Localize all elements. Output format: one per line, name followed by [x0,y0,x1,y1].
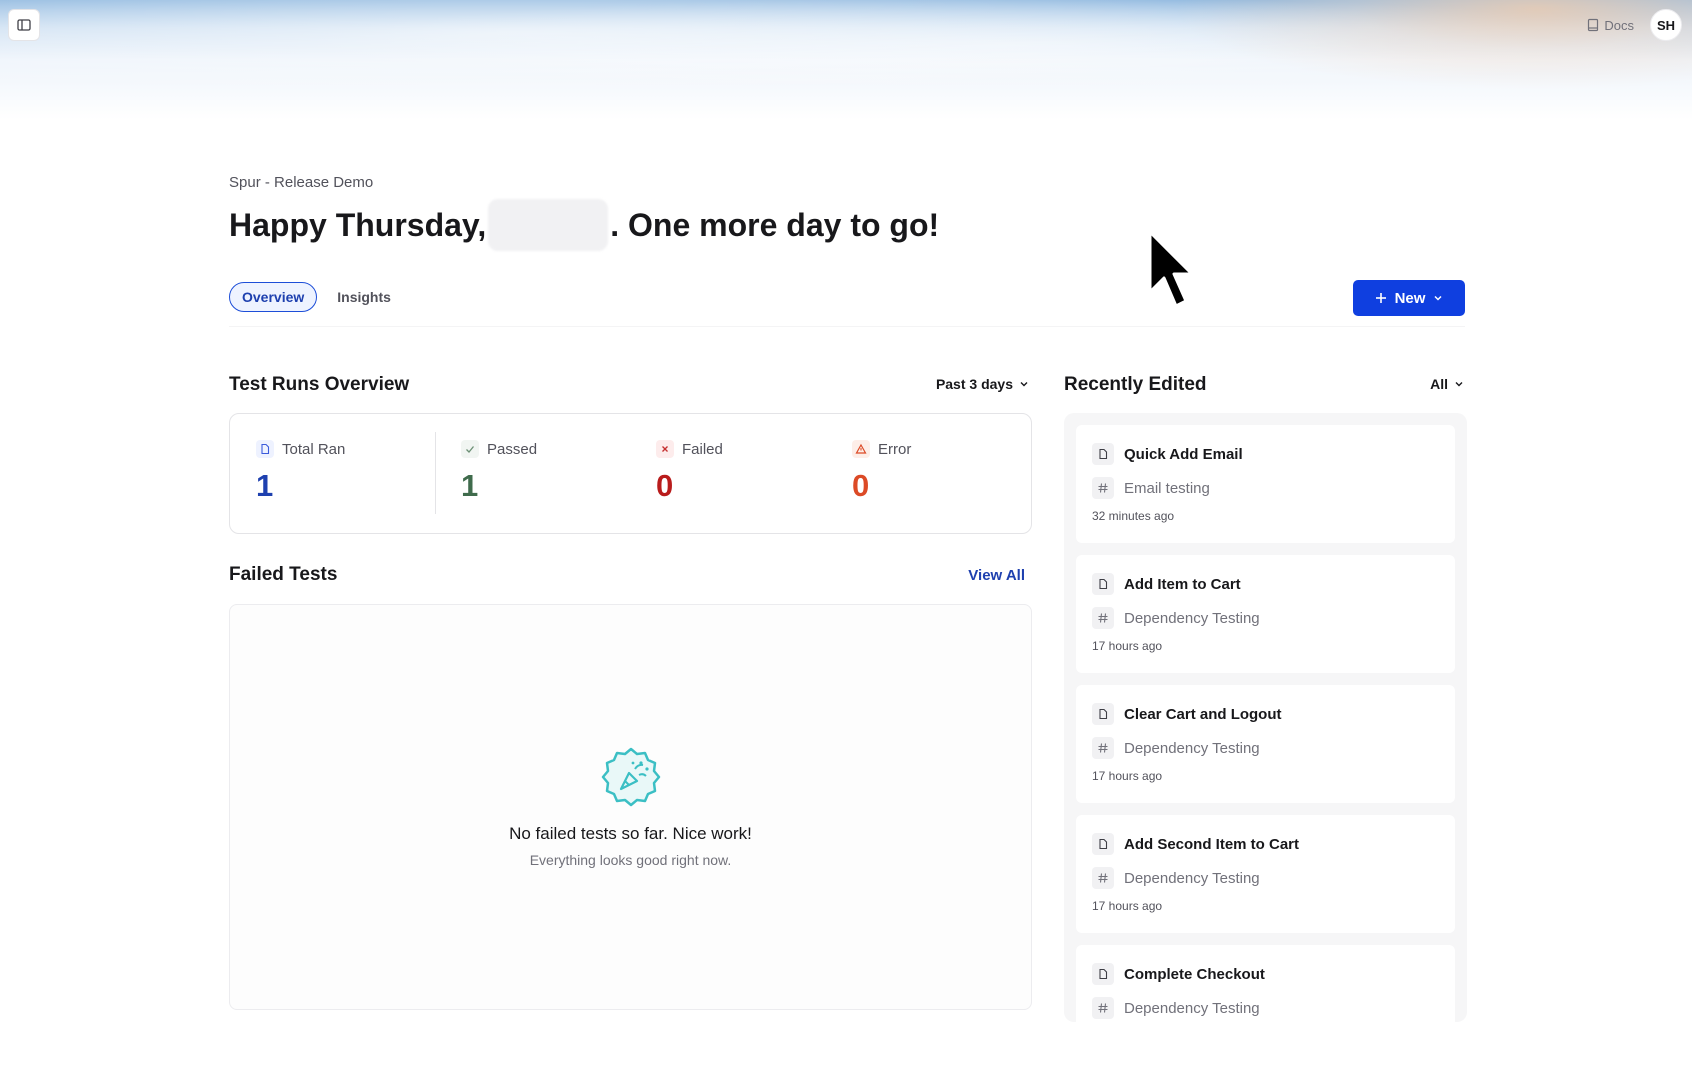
list-item[interactable]: Clear Cart and Logout Dependency Testing… [1076,685,1455,803]
top-right-actions: Docs SH [1586,9,1682,41]
stat-value: 1 [256,468,274,503]
check-icon [461,440,479,458]
stat-label: Error [878,440,912,458]
app-page: Docs SH Spur - Release Demo Happy Thursd… [0,0,1692,1080]
file-icon [1092,833,1114,855]
hash-icon [1092,477,1114,499]
hash-icon [1092,997,1114,1019]
tab-list: Overview Insights [229,282,1465,312]
hash-icon [1092,607,1114,629]
tab-insights[interactable]: Insights [337,289,391,305]
item-tag: Dependency Testing [1124,739,1260,757]
test-runs-title: Test Runs Overview [229,374,410,395]
book-icon [1588,18,1599,32]
item-title: Add Item to Cart [1124,575,1241,593]
file-icon [256,440,274,458]
plus-icon [1375,293,1386,303]
stat-label: Passed [487,440,538,458]
party-popper-icon [601,747,660,807]
empty-subtitle: Everything looks good right now. [529,852,732,868]
tabs-row: Overview Insights New [229,280,1465,316]
x-icon [656,440,674,458]
chevron-down-icon [1434,295,1442,301]
stat-value: 0 [852,468,870,503]
greeting-prefix: Happy Thursday, [229,206,487,243]
item-time: 17 hours ago [1092,899,1163,913]
file-icon [1092,703,1114,725]
chevron-down-icon [1455,382,1463,387]
divider [229,326,1465,327]
sidebar-icon [17,19,31,31]
warning-icon [852,440,870,458]
stat-value: 0 [656,468,674,503]
failed-tests-card: No failed tests so far. Nice work! Every… [229,604,1032,1010]
empty-title: No failed tests so far. Nice work! [509,824,752,843]
sidebar-toggle-button[interactable] [8,9,40,41]
item-tag: Dependency Testing [1124,609,1260,627]
file-icon [1092,573,1114,595]
new-button-label: New [1394,289,1426,307]
chevron-down-icon [1020,382,1028,387]
item-tag: Dependency Testing [1124,999,1260,1017]
hash-icon [1092,737,1114,759]
item-time: 32 minutes ago [1092,509,1175,523]
docs-link[interactable]: Docs [1586,18,1634,33]
stat-failed: Failed 0 [656,440,723,504]
stat-divider [435,432,436,514]
item-time: 17 hours ago [1092,769,1163,783]
header-background [0,0,1692,110]
file-icon [1092,443,1114,465]
file-icon [1092,963,1114,985]
stat-label: Failed [682,440,723,458]
docs-label: Docs [1604,17,1634,33]
filter-select[interactable]: All [1430,376,1464,392]
item-title: Quick Add Email [1124,445,1243,463]
list-item[interactable]: Complete Checkout Dependency Testing [1076,945,1455,1022]
test-runs-stats-card: Total Ran 1 Passed 1 Failed 0 Error 0 [229,413,1032,534]
filter-label: All [1430,376,1448,392]
list-item[interactable]: Add Second Item to Cart Dependency Testi… [1076,815,1455,933]
stat-value: 1 [461,468,479,503]
avatar[interactable]: SH [1650,9,1682,41]
stat-error: Error 0 [852,440,911,504]
greeting-suffix: . One more day to go! [610,206,940,243]
test-runs-header: Test Runs Overview Past 3 days [229,374,1029,398]
stat-total-ran: Total Ran 1 [256,440,345,504]
new-button[interactable]: New [1353,280,1465,316]
recently-edited-header: Recently Edited All [1064,374,1466,398]
item-title: Add Second Item to Cart [1124,835,1300,853]
recently-edited-list: Quick Add Email Email testing 32 minutes… [1064,413,1467,1022]
date-range-select[interactable]: Past 3 days [936,376,1029,392]
empty-state: No failed tests so far. Nice work! Every… [230,745,1031,868]
failed-tests-title: Failed Tests [229,564,338,585]
item-tag: Dependency Testing [1124,869,1260,887]
tab-overview[interactable]: Overview [229,282,318,312]
item-time: 17 hours ago [1092,639,1163,653]
stat-label: Total Ran [282,440,346,458]
page-header: Spur - Release Demo Happy Thursday, . On… [229,174,1465,251]
page-title: Happy Thursday, . One more day to go! [229,199,1465,251]
failed-tests-header: Failed Tests View All [229,564,1029,588]
redacted-username [488,199,609,251]
view-all-link[interactable]: View All [968,567,1025,584]
date-range-label: Past 3 days [935,376,1013,392]
item-title: Clear Cart and Logout [1124,705,1282,723]
stat-passed: Passed 1 [461,440,537,504]
item-title: Complete Checkout [1124,965,1265,983]
item-tag: Email testing [1124,479,1210,497]
recently-edited-title: Recently Edited [1064,374,1207,395]
hash-icon [1092,867,1114,889]
list-item[interactable]: Quick Add Email Email testing 32 minutes… [1076,425,1455,543]
list-item[interactable]: Add Item to Cart Dependency Testing 17 h… [1076,555,1455,673]
workspace-name: Spur - Release Demo [229,174,374,191]
